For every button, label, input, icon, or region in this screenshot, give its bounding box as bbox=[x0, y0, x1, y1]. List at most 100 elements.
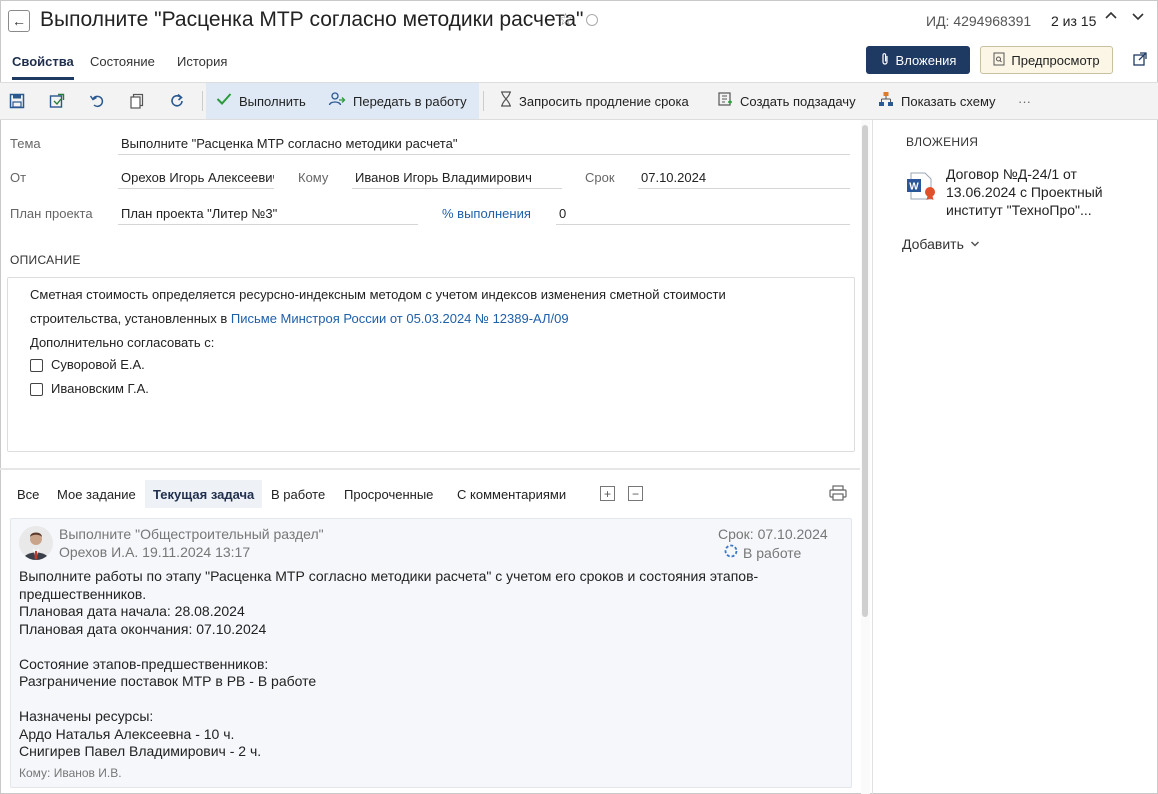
filter-with-comments[interactable]: С комментариями bbox=[449, 480, 574, 508]
checkbox-suvorova[interactable] bbox=[30, 359, 43, 372]
hourglass-icon bbox=[500, 91, 512, 111]
svg-text:W: W bbox=[909, 182, 919, 193]
tabs: Свойства Состояние История bbox=[0, 46, 860, 82]
more-dots-icon: ··· bbox=[1018, 93, 1031, 109]
body-line: Состояние этапов-предшественников: bbox=[19, 655, 269, 672]
percent-field[interactable]: 0 bbox=[556, 206, 850, 225]
checkbox-label: Ивановским Г.А. bbox=[51, 381, 149, 396]
body-line: Плановая дата окончания: 07.10.2024 bbox=[19, 620, 267, 637]
record-counter: 2 из 15 bbox=[1051, 13, 1097, 29]
filter-my-task[interactable]: Мое задание bbox=[49, 480, 144, 508]
attachment-name-line: 13.06.2024 с Проектный bbox=[946, 184, 1103, 200]
tab-properties[interactable]: Свойства bbox=[12, 54, 74, 80]
request-extension-button-label: Запросить продление срока bbox=[519, 93, 689, 109]
body-line bbox=[19, 691, 758, 709]
description-line: строительства, установленных в Письме Ми… bbox=[30, 311, 569, 326]
attachment-name-line: институт "ТехноПро"... bbox=[946, 202, 1092, 218]
page-title: Выполните "Расценка МТР согласно методик… bbox=[40, 8, 584, 31]
task-card-deadline: Срок: 07.10.2024 bbox=[718, 526, 828, 542]
add-attachment-button[interactable]: Добавить bbox=[902, 236, 980, 252]
scrollbar-thumb[interactable] bbox=[862, 125, 868, 617]
collapse-all-button[interactable]: − bbox=[628, 486, 643, 501]
main-panel: Тема Выполните "Расценка МТР согласно ме… bbox=[0, 120, 860, 794]
attachment-name[interactable]: Договор №Д-24/1 от 13.06.2024 с Проектны… bbox=[946, 165, 1136, 219]
tab-state[interactable]: Состояние bbox=[90, 54, 155, 77]
in-progress-icon bbox=[724, 544, 738, 561]
status-circle-icon[interactable] bbox=[586, 14, 598, 26]
from-field[interactable]: Орехов Игорь Алексеевич bbox=[118, 170, 274, 189]
plan-label: План проекта bbox=[10, 206, 93, 221]
attachment-name-line: Договор №Д-24/1 от bbox=[946, 166, 1077, 182]
create-subtask-button-label: Создать подзадачу bbox=[740, 93, 856, 109]
to-field[interactable]: Иванов Игорь Владимирович bbox=[352, 170, 562, 189]
description-box[interactable]: Сметная стоимость определяется ресурсно-… bbox=[7, 277, 855, 452]
back-button[interactable]: ← bbox=[8, 10, 30, 32]
scrollbar[interactable] bbox=[861, 120, 870, 794]
attachments-button-label: Вложения bbox=[895, 52, 957, 68]
filter-overdue[interactable]: Просроченные bbox=[336, 480, 441, 508]
star-icon[interactable]: ☆ bbox=[558, 10, 573, 30]
percent-link[interactable]: % выполнения bbox=[442, 206, 531, 221]
tab-history[interactable]: История bbox=[177, 54, 227, 77]
header: ← Выполните "Расценка МТР согласно метод… bbox=[0, 0, 1158, 82]
expand-all-button[interactable]: + bbox=[600, 486, 615, 501]
filter-in-work[interactable]: В работе bbox=[263, 480, 333, 508]
show-scheme-button-label: Показать схему bbox=[901, 93, 996, 109]
deadline-label: Срок bbox=[585, 170, 615, 185]
preview-button[interactable]: Предпросмотр bbox=[980, 46, 1113, 74]
copy-icon[interactable] bbox=[128, 92, 146, 110]
status-badge: В работе bbox=[724, 544, 801, 561]
save-close-icon[interactable] bbox=[48, 92, 66, 110]
popout-icon[interactable] bbox=[1132, 51, 1148, 71]
toolbar-separator bbox=[483, 91, 484, 111]
attachments-title: ВЛОЖЕНИЯ bbox=[906, 135, 979, 149]
record-id: ИД: 4294968391 bbox=[926, 13, 1032, 29]
preview-doc-icon bbox=[993, 52, 1005, 69]
divider bbox=[0, 468, 860, 470]
subtask-icon bbox=[717, 91, 733, 111]
chevron-down-icon[interactable] bbox=[1131, 9, 1145, 27]
checkbox-label: Суворовой Е.А. bbox=[51, 357, 145, 372]
description-line: Дополнительно согласовать с: bbox=[30, 335, 215, 350]
save-icon[interactable] bbox=[8, 92, 26, 110]
complete-button[interactable]: Выполнить bbox=[206, 83, 318, 119]
deadline-field[interactable]: 07.10.2024 bbox=[638, 170, 850, 189]
task-card-title[interactable]: Выполните "Общестроительный раздел" bbox=[59, 526, 324, 542]
plan-field[interactable]: План проекта "Литер №3" bbox=[118, 206, 418, 225]
body-line: предшественников. bbox=[19, 585, 147, 602]
print-icon[interactable] bbox=[829, 485, 847, 505]
avatar bbox=[19, 526, 53, 560]
chevron-up-icon[interactable] bbox=[1104, 9, 1118, 27]
body-line: Разграничение поставок МТР в РВ - В рабо… bbox=[19, 673, 317, 689]
more-button[interactable]: ··· bbox=[1008, 83, 1041, 119]
description-line: Сметная стоимость определяется ресурсно-… bbox=[30, 287, 726, 302]
word-document-icon[interactable]: W bbox=[906, 172, 936, 200]
create-subtask-button[interactable]: Создать подзадачу bbox=[707, 83, 866, 119]
body-line bbox=[19, 638, 758, 656]
to-label: Кому bbox=[298, 170, 329, 185]
refresh-icon[interactable] bbox=[168, 92, 186, 110]
ministry-letter-link[interactable]: Письме Минстроя России от 05.03.2024 № 1… bbox=[231, 311, 569, 326]
send-to-work-button-label: Передать в работу bbox=[353, 93, 467, 109]
request-extension-button[interactable]: Запросить продление срока bbox=[490, 83, 699, 119]
subject-label: Тема bbox=[10, 136, 41, 151]
status-text: В работе bbox=[743, 544, 802, 561]
filter-all[interactable]: Все bbox=[9, 480, 47, 508]
description-title: ОПИСАНИЕ bbox=[10, 253, 81, 267]
send-to-work-button[interactable]: Передать в работу bbox=[318, 83, 479, 119]
body-line: Плановая дата начала: 28.08.2024 bbox=[19, 603, 245, 619]
checkmark-icon bbox=[216, 92, 232, 110]
checkbox-ivanovsky[interactable] bbox=[30, 383, 43, 396]
add-attachment-label: Добавить bbox=[902, 236, 964, 252]
filter-current-task[interactable]: Текущая задача bbox=[145, 480, 263, 508]
task-card-body: Выполните работы по этапу "Расценка МТР … bbox=[19, 568, 758, 761]
task-card[interactable]: Выполните "Общестроительный раздел" Орех… bbox=[10, 518, 852, 788]
show-scheme-button[interactable]: Показать схему bbox=[868, 83, 1006, 119]
arrow-left-icon: ← bbox=[12, 13, 26, 29]
scheme-icon bbox=[878, 91, 894, 111]
body-line: Снигирев Павел Владимирович - 2 ч. bbox=[19, 743, 262, 759]
undo-icon[interactable] bbox=[88, 92, 106, 110]
user-forward-icon bbox=[328, 91, 346, 111]
attachments-button[interactable]: Вложения bbox=[866, 46, 970, 74]
subject-field[interactable]: Выполните "Расценка МТР согласно методик… bbox=[118, 136, 850, 155]
